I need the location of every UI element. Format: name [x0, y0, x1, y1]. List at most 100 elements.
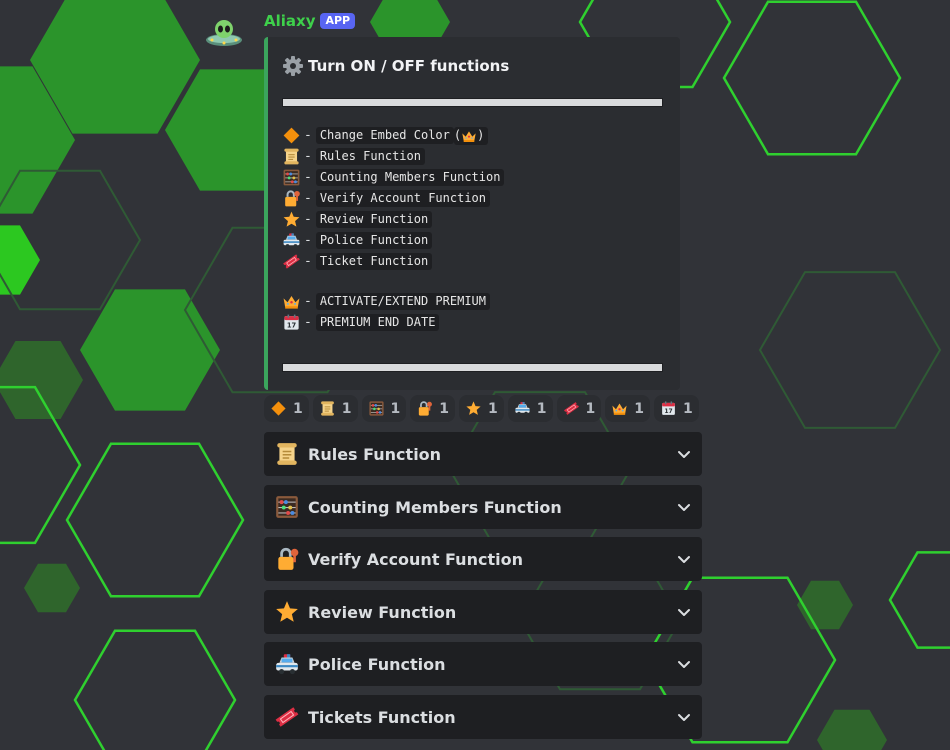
select-menu-label: Tickets Function	[308, 707, 456, 727]
premium-marker: ()	[453, 126, 489, 145]
reaction-police-car[interactable]: 1	[507, 395, 553, 422]
calendar-icon: 17	[284, 314, 299, 330]
reaction-count: 1	[536, 400, 547, 417]
premium-line: - ACTIVATE/EXTEND PREMIUM	[282, 291, 504, 312]
select-menu-star[interactable]: Review Function	[264, 590, 702, 634]
reaction-ticket[interactable]: 1	[556, 395, 602, 422]
function-label: Police Function	[315, 232, 433, 249]
reaction-calendar[interactable]: 17 1	[654, 395, 699, 422]
abacus-icon	[368, 401, 384, 416]
embed-title-row: Turn ON / OFF functions	[282, 55, 509, 77]
background-hexagon	[797, 580, 853, 630]
reaction-count: 1	[488, 400, 498, 417]
chevron-down-icon	[678, 504, 690, 511]
reaction-count: 1	[634, 400, 644, 417]
abacus-icon	[276, 496, 298, 518]
reaction-scroll[interactable]: 1	[312, 395, 358, 422]
chevron-down-icon	[678, 714, 690, 721]
select-menu-ticket[interactable]: Tickets Function	[264, 695, 702, 739]
ticket-icon	[275, 707, 299, 727]
message-header: Aliaxy APP	[264, 12, 356, 30]
reaction-crown[interactable]: 1	[605, 395, 650, 422]
dash: -	[304, 170, 312, 185]
function-label: Change Embed Color	[315, 127, 454, 144]
alien-ufo-avatar[interactable]	[204, 14, 244, 54]
background-hexagon	[758, 271, 942, 429]
star-icon	[466, 401, 481, 415]
lock-key-icon	[285, 190, 300, 207]
select-menu-label: Verify Account Function	[308, 549, 523, 569]
function-line: - Review Function	[282, 209, 504, 230]
svg-text:17: 17	[287, 322, 297, 330]
function-line: - Verify Account Function	[282, 188, 504, 209]
dash: -	[304, 149, 312, 164]
function-label: Ticket Function	[315, 253, 433, 270]
scroll-icon	[320, 401, 334, 416]
function-label: Rules Function	[315, 148, 425, 165]
reaction-count: 1	[293, 400, 303, 417]
function-label: ACTIVATE/EXTEND PREMIUM	[315, 293, 490, 310]
dash: -	[304, 128, 312, 143]
function-label: PREMIUM END DATE	[315, 314, 440, 331]
background-hexagon	[888, 551, 950, 649]
select-menu-label: Police Function	[308, 654, 446, 674]
dash: -	[304, 191, 312, 206]
scroll-icon	[284, 148, 299, 165]
dash: -	[304, 315, 312, 330]
list-gap	[282, 272, 504, 291]
background-hexagon	[817, 709, 887, 750]
separator-bar-bottom	[282, 363, 663, 372]
chevron-down-icon	[678, 451, 690, 458]
function-line: - Police Function	[282, 230, 504, 251]
reaction-count: 1	[390, 400, 401, 417]
star-icon	[283, 211, 300, 227]
reaction-star[interactable]: 1	[459, 395, 504, 422]
function-label: Verify Account Function	[315, 190, 490, 207]
police-car-icon	[515, 402, 530, 416]
reaction-diamond[interactable]: 1	[264, 395, 309, 422]
crown-icon	[462, 130, 476, 142]
function-line: - Rules Function	[282, 146, 504, 167]
svg-text:17: 17	[664, 408, 672, 415]
reaction-count: 1	[341, 400, 352, 417]
reaction-lock-key[interactable]: 1	[410, 395, 455, 422]
chevron-down-icon	[678, 556, 690, 563]
background-hexagon	[722, 0, 902, 156]
chevron-down-icon	[678, 661, 690, 668]
reaction-bar: 1 1 1 1 1 1 1 1 17 1	[264, 395, 699, 422]
select-menu-lock-key[interactable]: Verify Account Function	[264, 537, 702, 581]
diamond-icon	[271, 401, 286, 416]
crown-icon	[612, 403, 627, 415]
username[interactable]: Aliaxy	[264, 12, 315, 30]
gear-icon	[283, 56, 303, 76]
dash: -	[304, 212, 312, 227]
dash: -	[304, 254, 312, 269]
select-menu-label: Counting Members Function	[308, 497, 562, 517]
app-badge: APP	[320, 13, 356, 29]
reaction-count: 1	[585, 400, 596, 417]
select-menu-scroll[interactable]: Rules Function	[264, 432, 702, 476]
dash: -	[304, 233, 312, 248]
function-line: - Ticket Function	[282, 251, 504, 272]
lock-key-icon	[278, 547, 299, 570]
premium-line: 17- PREMIUM END DATE	[282, 312, 504, 333]
reaction-count: 1	[683, 400, 693, 417]
function-line: - Change Embed Color()	[282, 125, 504, 146]
background-hexagon	[65, 442, 245, 598]
function-label: Review Function	[315, 211, 433, 228]
chevron-down-icon	[678, 609, 690, 616]
reaction-abacus[interactable]: 1	[361, 395, 407, 422]
select-menu-abacus[interactable]: Counting Members Function	[264, 485, 702, 529]
function-list: - Change Embed Color() - Rules Function - Cou…	[282, 125, 505, 333]
crown-icon	[283, 295, 300, 309]
embed-title: Turn ON / OFF functions	[308, 57, 510, 75]
background-hexagon	[0, 341, 83, 419]
ticket-icon	[283, 254, 300, 269]
function-line: - Counting Members Function	[282, 167, 505, 188]
reaction-count: 1	[439, 400, 449, 417]
scroll-icon	[277, 443, 297, 465]
diamond-icon	[283, 127, 300, 144]
embed-card: Turn ON / OFF functions - Change Embed Co…	[264, 37, 680, 390]
select-menu-label: Review Function	[308, 602, 457, 622]
select-menu-police-car[interactable]: Police Function	[264, 642, 702, 686]
